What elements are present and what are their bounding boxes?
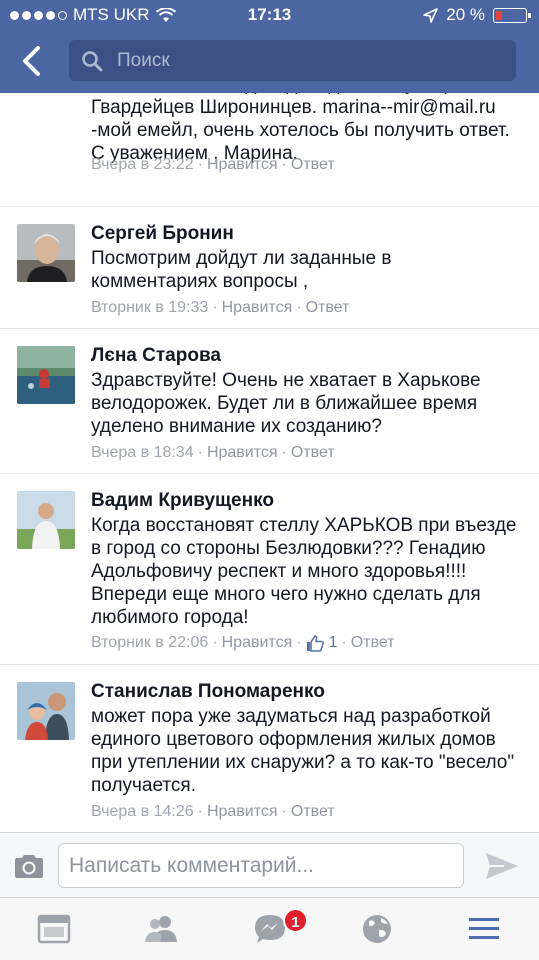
camera-icon[interactable]: [13, 853, 45, 879]
comment-time[interactable]: Вчера в 14:26: [91, 803, 194, 821]
status-right: 20 %: [423, 5, 531, 25]
search-input[interactable]: Поиск: [69, 40, 516, 81]
like-link[interactable]: Нравится: [222, 299, 293, 317]
battery-icon: [493, 7, 531, 23]
comment-item: внимание на 4 подъезд со дома по улице Г…: [0, 93, 539, 207]
comments-list[interactable]: внимание на 4 подъезд со дома по улице Г…: [0, 93, 539, 832]
comment-composer: [0, 832, 539, 897]
comment-author[interactable]: Сергей Бронин: [91, 223, 234, 245]
tab-bar: 1: [0, 897, 539, 960]
reply-link[interactable]: Ответ: [351, 634, 395, 652]
comment-meta: Вторник в 19:33 · Нравится · Ответ: [91, 299, 350, 317]
search-placeholder: Поиск: [117, 50, 170, 71]
comment-time[interactable]: Вторник в 19:33: [91, 299, 208, 317]
comment-author[interactable]: Лєна Старова: [91, 345, 221, 367]
location-arrow-icon: [423, 7, 439, 23]
comment-input[interactable]: [58, 843, 464, 888]
menu-icon[interactable]: [466, 912, 502, 946]
comment-text: Посмотрим дойдут ли заданные в комментар…: [91, 248, 392, 292]
comment-text: внимание на 4 подъезд со дома по улице Г…: [91, 93, 510, 164]
reply-link[interactable]: Ответ: [306, 299, 350, 317]
comment-item: Сергей Бронин Посмотрим дойдут ли заданн…: [0, 207, 539, 329]
comment-author[interactable]: Вадим Кривущенко: [91, 490, 274, 512]
reply-link[interactable]: Ответ: [291, 803, 335, 821]
comment-author[interactable]: Станислав Пономаренко: [91, 681, 325, 703]
comment-text: Здравствуйте! Очень не хватает в Харьков…: [91, 370, 481, 437]
avatar[interactable]: [17, 346, 75, 404]
like-link[interactable]: Нравится: [207, 156, 278, 174]
friends-icon[interactable]: [143, 912, 179, 946]
status-bar: MTS UKR 17:13 20 %: [0, 0, 539, 30]
send-icon[interactable]: [484, 851, 520, 881]
comment-meta: Вчера в 18:34 · Нравится · Ответ: [91, 444, 335, 462]
thumbs-up-icon: [306, 634, 324, 652]
comment-time[interactable]: Вторник в 22:06: [91, 634, 208, 652]
comment-text: может пора уже задуматься над разработко…: [91, 706, 515, 796]
avatar[interactable]: [17, 491, 75, 549]
like-link[interactable]: Нравится: [207, 444, 278, 462]
globe-icon[interactable]: [359, 912, 395, 946]
comment-meta: Вчера в 14:26 · Нравится · Ответ: [91, 803, 335, 821]
comment-text: Когда восстановят стеллу ХАРЬКОВ при въе…: [91, 515, 517, 628]
avatar[interactable]: [17, 224, 75, 282]
like-count-value: 1: [328, 634, 338, 651]
reply-link[interactable]: Ответ: [291, 444, 335, 462]
like-count[interactable]: 1: [306, 634, 338, 652]
comment-item: Вадим Кривущенко Когда восстановят стелл…: [0, 474, 539, 665]
search-icon: [82, 51, 103, 72]
comment-meta: Вторник в 22:06 · Нравится · 1 · Ответ: [91, 634, 395, 652]
messages-badge: 1: [283, 908, 308, 933]
comment-item: Лєна Старова Здравствуйте! Очень не хват…: [0, 329, 539, 474]
reply-link[interactable]: Ответ: [291, 156, 335, 174]
battery-level: [496, 10, 503, 20]
avatar[interactable]: [17, 682, 75, 740]
comment-item: Станислав Пономаренко может пора уже зад…: [0, 665, 539, 832]
like-link[interactable]: Нравится: [222, 634, 293, 652]
back-arrow-icon[interactable]: [16, 42, 50, 80]
top-bar: MTS UKR 17:13 20 % Поиск: [0, 0, 539, 93]
comment-meta: Вчера в 23:22 · Нравится · Ответ: [91, 156, 335, 174]
comment-time[interactable]: Вчера в 23:22: [91, 156, 194, 174]
news-feed-icon[interactable]: [36, 912, 72, 946]
comment-time[interactable]: Вчера в 18:34: [91, 444, 194, 462]
battery-percent: 20 %: [446, 5, 485, 24]
like-link[interactable]: Нравится: [207, 803, 278, 821]
